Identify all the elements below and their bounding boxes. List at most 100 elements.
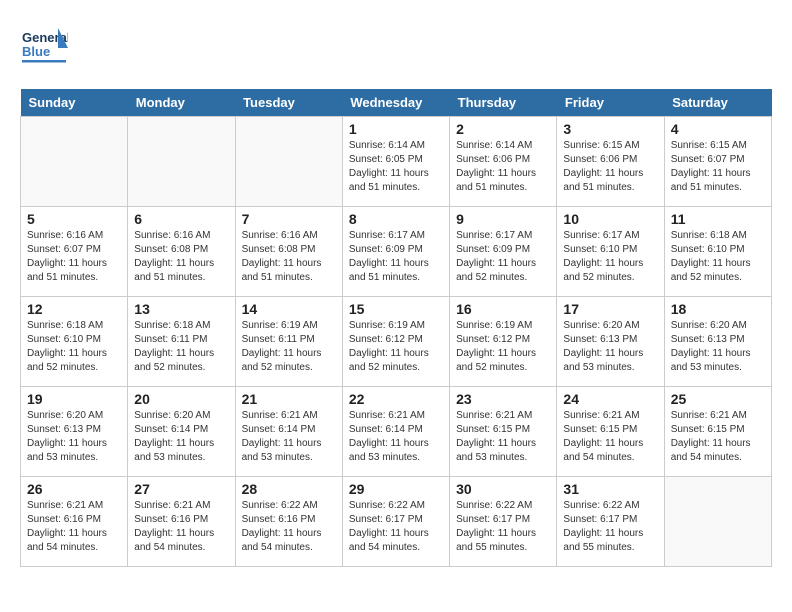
daylight-text: Daylight: 11 hours and 52 minutes. [349, 347, 443, 375]
day-info: Sunrise: 6:16 AMSunset: 6:07 PMDaylight:… [27, 229, 121, 285]
calendar-cell: 18Sunrise: 6:20 AMSunset: 6:13 PMDayligh… [664, 297, 771, 387]
day-info: Sunrise: 6:21 AMSunset: 6:15 PMDaylight:… [671, 409, 765, 465]
day-number: 3 [563, 121, 657, 137]
day-number: 16 [456, 301, 550, 317]
page-header: General Blue [20, 20, 772, 73]
calendar-cell: 31Sunrise: 6:22 AMSunset: 6:17 PMDayligh… [557, 477, 664, 567]
sunset-text: Sunset: 6:10 PM [563, 243, 657, 257]
sunrise-text: Sunrise: 6:18 AM [27, 319, 121, 333]
sunrise-text: Sunrise: 6:21 AM [671, 409, 765, 423]
sunrise-text: Sunrise: 6:20 AM [563, 319, 657, 333]
day-number: 21 [242, 391, 336, 407]
day-number: 27 [134, 481, 228, 497]
sunset-text: Sunset: 6:14 PM [242, 423, 336, 437]
day-header-thursday: Thursday [450, 89, 557, 117]
daylight-text: Daylight: 11 hours and 51 minutes. [563, 167, 657, 195]
day-info: Sunrise: 6:18 AMSunset: 6:11 PMDaylight:… [134, 319, 228, 375]
day-number: 30 [456, 481, 550, 497]
day-number: 24 [563, 391, 657, 407]
day-info: Sunrise: 6:18 AMSunset: 6:10 PMDaylight:… [27, 319, 121, 375]
day-number: 29 [349, 481, 443, 497]
sunrise-text: Sunrise: 6:18 AM [134, 319, 228, 333]
day-number: 23 [456, 391, 550, 407]
day-info: Sunrise: 6:15 AMSunset: 6:07 PMDaylight:… [671, 139, 765, 195]
day-number: 15 [349, 301, 443, 317]
calendar-cell: 14Sunrise: 6:19 AMSunset: 6:11 PMDayligh… [235, 297, 342, 387]
day-number: 25 [671, 391, 765, 407]
calendar-cell: 13 Sunrise: 6:18 AMSunset: 6:11 PMDayligh… [128, 297, 235, 387]
daylight-text: Daylight: 11 hours and 51 minutes. [456, 167, 550, 195]
sunrise-text: Sunrise: 6:21 AM [242, 409, 336, 423]
calendar-table: SundayMondayTuesdayWednesdayThursdayFrid… [20, 89, 772, 567]
sunset-text: Sunset: 6:07 PM [27, 243, 121, 257]
day-info: Sunrise: 6:21 AMSunset: 6:16 PMDaylight:… [27, 499, 121, 555]
day-number: 6 [134, 211, 228, 227]
day-number: 7 [242, 211, 336, 227]
sunrise-text: Sunrise: 6:19 AM [349, 319, 443, 333]
day-info: Sunrise: 6:20 AMSunset: 6:13 PMDaylight:… [27, 409, 121, 465]
daylight-text: Daylight: 11 hours and 52 minutes. [563, 257, 657, 285]
calendar-cell: 2Sunrise: 6:14 AMSunset: 6:06 PMDaylight… [450, 117, 557, 207]
sunset-text: Sunset: 6:17 PM [563, 513, 657, 527]
day-info: Sunrise: 6:14 AMSunset: 6:05 PMDaylight:… [349, 139, 443, 195]
day-info: Sunrise: 6:20 AMSunset: 6:13 PMDaylight:… [671, 319, 765, 375]
daylight-text: Daylight: 11 hours and 51 minutes. [349, 167, 443, 195]
day-header-saturday: Saturday [664, 89, 771, 117]
sunset-text: Sunset: 6:15 PM [671, 423, 765, 437]
day-number: 8 [349, 211, 443, 227]
sunset-text: Sunset: 6:17 PM [349, 513, 443, 527]
sunset-text: Sunset: 6:12 PM [456, 333, 550, 347]
calendar-cell: 25 Sunrise: 6:21 AMSunset: 6:15 PMDayligh… [664, 387, 771, 477]
day-info: Sunrise: 6:14 AMSunset: 6:06 PMDaylight:… [456, 139, 550, 195]
sunrise-text: Sunrise: 6:16 AM [242, 229, 336, 243]
sunset-text: Sunset: 6:07 PM [671, 153, 765, 167]
daylight-text: Daylight: 11 hours and 53 minutes. [563, 347, 657, 375]
day-number: 17 [563, 301, 657, 317]
calendar-cell: 29 Sunrise: 6:22 AMSunset: 6:17 PMDayligh… [342, 477, 449, 567]
sunset-text: Sunset: 6:11 PM [242, 333, 336, 347]
calendar-cell: 12Sunrise: 6:18 AMSunset: 6:10 PMDayligh… [21, 297, 128, 387]
day-info: Sunrise: 6:16 AMSunset: 6:08 PMDaylight:… [134, 229, 228, 285]
sunset-text: Sunset: 6:08 PM [134, 243, 228, 257]
day-info: Sunrise: 6:21 AMSunset: 6:15 PMDaylight:… [563, 409, 657, 465]
calendar-cell: 3 Sunrise: 6:15 AMSunset: 6:06 PMDaylight… [557, 117, 664, 207]
sunset-text: Sunset: 6:06 PM [456, 153, 550, 167]
week-row-1: 1Sunrise: 6:14 AMSunset: 6:05 PMDaylight… [21, 117, 772, 207]
daylight-text: Daylight: 11 hours and 53 minutes. [27, 437, 121, 465]
sunrise-text: Sunrise: 6:21 AM [27, 499, 121, 513]
daylight-text: Daylight: 11 hours and 52 minutes. [242, 347, 336, 375]
sunrise-text: Sunrise: 6:17 AM [563, 229, 657, 243]
day-info: Sunrise: 6:22 AMSunset: 6:17 PMDaylight:… [563, 499, 657, 555]
day-number: 28 [242, 481, 336, 497]
day-number: 10 [563, 211, 657, 227]
day-info: Sunrise: 6:21 AMSunset: 6:14 PMDaylight:… [242, 409, 336, 465]
calendar-cell: 1Sunrise: 6:14 AMSunset: 6:05 PMDaylight… [342, 117, 449, 207]
day-number: 26 [27, 481, 121, 497]
day-info: Sunrise: 6:22 AMSunset: 6:17 PMDaylight:… [349, 499, 443, 555]
sunrise-text: Sunrise: 6:15 AM [563, 139, 657, 153]
sunset-text: Sunset: 6:13 PM [563, 333, 657, 347]
daylight-text: Daylight: 11 hours and 54 minutes. [242, 527, 336, 555]
day-header-monday: Monday [128, 89, 235, 117]
day-info: Sunrise: 6:15 AMSunset: 6:06 PMDaylight:… [563, 139, 657, 195]
sunset-text: Sunset: 6:10 PM [27, 333, 121, 347]
calendar-cell [21, 117, 128, 207]
daylight-text: Daylight: 11 hours and 51 minutes. [242, 257, 336, 285]
day-info: Sunrise: 6:21 AMSunset: 6:15 PMDaylight:… [456, 409, 550, 465]
daylight-text: Daylight: 11 hours and 54 minutes. [27, 527, 121, 555]
sunset-text: Sunset: 6:16 PM [242, 513, 336, 527]
sunrise-text: Sunrise: 6:16 AM [27, 229, 121, 243]
day-number: 13 [134, 301, 228, 317]
daylight-text: Daylight: 11 hours and 51 minutes. [134, 257, 228, 285]
sunset-text: Sunset: 6:14 PM [134, 423, 228, 437]
calendar-cell: 21 Sunrise: 6:21 AMSunset: 6:14 PMDayligh… [235, 387, 342, 477]
daylight-text: Daylight: 11 hours and 53 minutes. [671, 347, 765, 375]
sunrise-text: Sunrise: 6:21 AM [456, 409, 550, 423]
sunrise-text: Sunrise: 6:22 AM [349, 499, 443, 513]
day-number: 19 [27, 391, 121, 407]
day-number: 9 [456, 211, 550, 227]
sunrise-text: Sunrise: 6:15 AM [671, 139, 765, 153]
calendar-cell: 28Sunrise: 6:22 AMSunset: 6:16 PMDayligh… [235, 477, 342, 567]
daylight-text: Daylight: 11 hours and 54 minutes. [563, 437, 657, 465]
sunset-text: Sunset: 6:17 PM [456, 513, 550, 527]
